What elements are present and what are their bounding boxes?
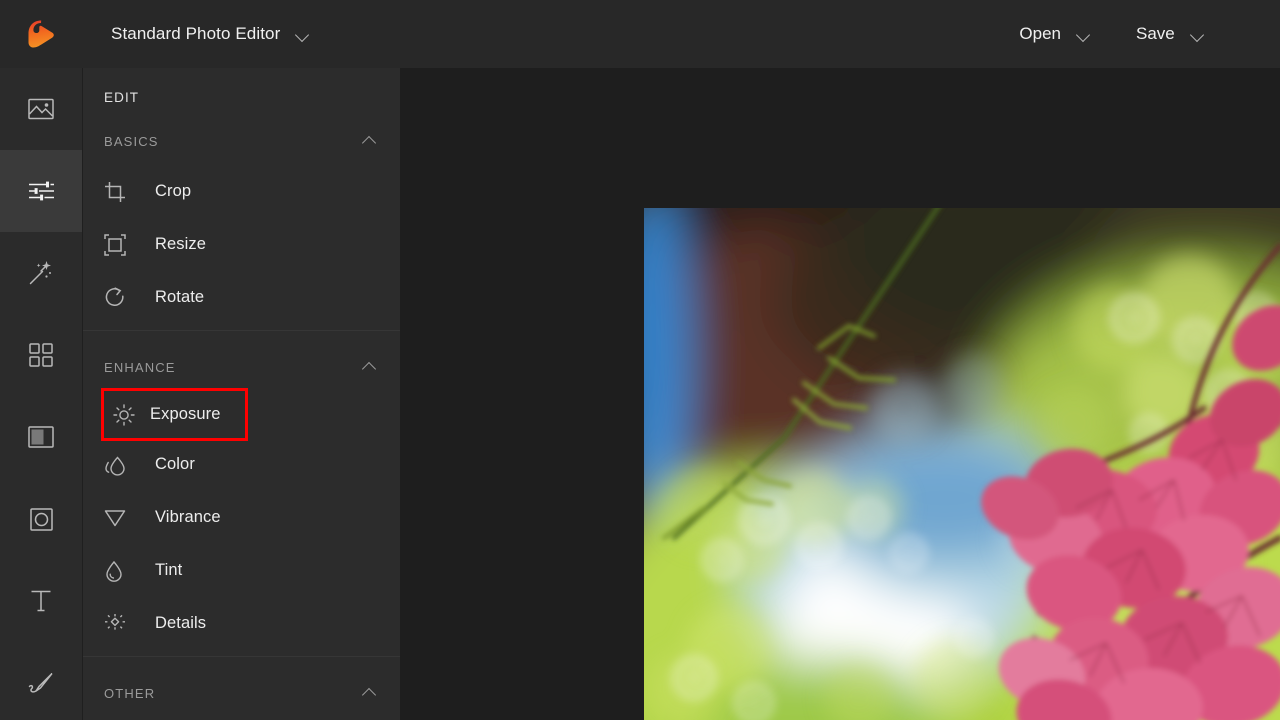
section-enhance-label: ENHANCE xyxy=(104,359,176,375)
section-other-header[interactable]: OTHER xyxy=(83,669,400,717)
brand-c-logo[interactable] xyxy=(26,19,56,49)
open-button[interactable]: Open xyxy=(1019,24,1090,44)
top-bar: Standard Photo Editor Open Save Res xyxy=(0,0,1280,68)
menu-item-crop-label: Crop xyxy=(155,182,192,200)
vibrance-triangle-icon xyxy=(104,508,138,528)
tint-droplet-icon xyxy=(104,560,138,582)
resize-icon xyxy=(104,233,138,256)
section-enhance: ENHANCE Exposure Color Vibrance Tint Det… xyxy=(83,330,400,656)
menu-item-exposure-label: Exposure xyxy=(150,405,221,423)
menu-item-tint[interactable]: Tint xyxy=(83,544,400,597)
section-enhance-items: Exposure Color Vibrance Tint Details xyxy=(83,388,400,656)
chevron-up-icon[interactable] xyxy=(363,134,377,148)
rail-item-text[interactable] xyxy=(0,560,82,642)
menu-item-details[interactable]: Details xyxy=(83,597,400,650)
chevron-up-icon[interactable] xyxy=(363,686,377,700)
section-basics-header[interactable]: BASICS xyxy=(83,117,400,165)
edit-panel-title: EDIT xyxy=(104,90,140,105)
photo-icon xyxy=(28,98,54,120)
open-button-label: Open xyxy=(1019,24,1062,43)
save-button[interactable]: Save xyxy=(1136,24,1204,44)
photo-editor-app: Standard Photo Editor Open Save Res xyxy=(0,0,1280,720)
section-basics-label: BASICS xyxy=(104,133,159,149)
tool-rail xyxy=(0,68,82,720)
adjust-sliders-icon xyxy=(28,180,55,202)
menu-item-vibrance[interactable]: Vibrance xyxy=(83,491,400,544)
menu-item-resize[interactable]: Resize xyxy=(83,218,400,271)
frame-icon xyxy=(28,426,54,448)
text-icon xyxy=(30,589,52,613)
section-basics: BASICS Crop Resize Rotate xyxy=(83,117,400,330)
color-droplet-icon xyxy=(104,454,138,476)
grid-squares-icon xyxy=(29,343,53,367)
photo-image[interactable] xyxy=(644,208,1280,720)
crop-icon xyxy=(104,181,138,203)
menu-item-color-label: Color xyxy=(155,455,195,473)
rail-item-magic[interactable] xyxy=(0,232,82,314)
rail-item-frame[interactable] xyxy=(0,396,82,478)
section-other-label: OTHER xyxy=(104,685,156,701)
rail-item-photo[interactable] xyxy=(0,68,82,150)
menu-item-vibrance-label: Vibrance xyxy=(155,508,221,526)
section-enhance-header[interactable]: ENHANCE xyxy=(83,343,400,391)
menu-item-color[interactable]: Color xyxy=(83,438,400,491)
bokeh-flower-photo xyxy=(644,208,1280,720)
menu-item-tint-label: Tint xyxy=(155,561,183,579)
menu-item-rotate[interactable]: Rotate xyxy=(83,271,400,324)
magic-wand-icon xyxy=(28,260,54,286)
edit-panel: EDIT BASICS Crop Resize Rotate ENHANCE E… xyxy=(82,68,400,720)
rotate-icon xyxy=(104,286,138,309)
rail-item-sticker[interactable] xyxy=(0,478,82,560)
section-basics-items: Crop Resize Rotate xyxy=(83,165,400,330)
chevron-down-icon xyxy=(1191,28,1204,41)
save-button-label: Save xyxy=(1136,24,1175,43)
photo-canvas[interactable] xyxy=(400,68,1280,720)
chevron-up-icon[interactable] xyxy=(363,360,377,374)
section-other: OTHER xyxy=(83,656,400,717)
rail-item-adjust[interactable] xyxy=(0,150,82,232)
brightness-sun-icon xyxy=(104,403,138,426)
sticker-icon xyxy=(29,507,53,531)
app-title-dropdown[interactable]: Standard Photo Editor xyxy=(111,24,309,44)
chevron-down-icon xyxy=(296,28,309,41)
menu-item-exposure[interactable]: Exposure xyxy=(101,388,248,441)
menu-item-resize-label: Resize xyxy=(155,235,207,253)
chevron-down-icon xyxy=(1077,28,1090,41)
top-bar-actions: Open Save Res xyxy=(1019,0,1280,68)
menu-item-details-label: Details xyxy=(155,614,207,632)
rail-item-draw[interactable] xyxy=(0,642,82,720)
details-sparkle-icon xyxy=(104,613,138,635)
draw-pencil-icon xyxy=(28,671,54,695)
page-title: Standard Photo Editor xyxy=(111,24,281,43)
menu-item-crop[interactable]: Crop xyxy=(83,165,400,218)
rail-item-grid[interactable] xyxy=(0,314,82,396)
menu-item-rotate-label: Rotate xyxy=(155,288,205,306)
